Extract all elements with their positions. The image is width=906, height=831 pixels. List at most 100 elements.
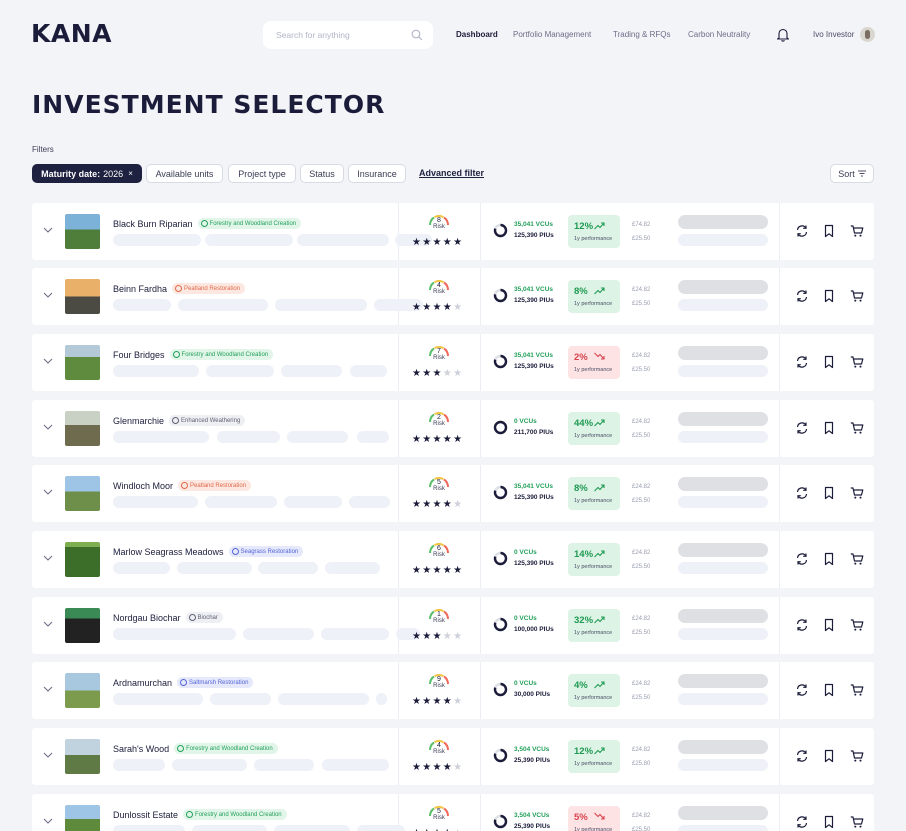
project-type-tag: Biochar [185, 612, 223, 623]
star-icon: ★ [453, 565, 464, 576]
placeholder-bar [678, 496, 768, 508]
search-icon[interactable] [411, 29, 423, 41]
chevron-down-icon[interactable] [43, 685, 53, 693]
placeholder-bar [678, 477, 768, 491]
project-row[interactable]: Nordgau Biochar Biochar 1 Risk ★★★★★ 0 V… [32, 597, 874, 654]
cart-icon[interactable] [850, 355, 864, 369]
project-name[interactable]: Ardnamurchan [113, 678, 172, 688]
refresh-icon[interactable] [795, 618, 809, 632]
performance-value: 12% [574, 746, 594, 757]
project-name[interactable]: Sarah's Wood [113, 744, 169, 754]
search-bar[interactable]: Search for anything [263, 21, 433, 49]
close-icon[interactable]: × [128, 169, 133, 178]
nav-carbon-neutrality[interactable]: Carbon Neutrality [688, 30, 750, 39]
maturity-filter-key: Maturity date: [41, 168, 101, 179]
project-name[interactable]: Four Bridges [113, 350, 165, 360]
refresh-icon[interactable] [795, 552, 809, 566]
kana-logo[interactable]: KANA [31, 19, 112, 48]
cart-icon[interactable] [850, 815, 864, 829]
search-input[interactable]: Search for anything [276, 30, 411, 40]
user-name[interactable]: Ivo Investor [813, 30, 854, 39]
cart-icon[interactable] [850, 618, 864, 632]
refresh-icon[interactable] [795, 421, 809, 435]
chevron-down-icon[interactable] [43, 488, 53, 496]
chevron-down-icon[interactable] [43, 423, 53, 431]
cart-icon[interactable] [850, 552, 864, 566]
chevron-down-icon[interactable] [43, 817, 53, 825]
bell-icon[interactable] [776, 27, 790, 42]
filter-available-units[interactable]: Available units [146, 164, 223, 183]
sort-button[interactable]: Sort [830, 164, 874, 183]
bookmark-icon[interactable] [822, 486, 836, 500]
performance-badge: 8% 1y performance [568, 477, 620, 510]
project-name[interactable]: Black Burn Riparian [113, 219, 193, 229]
bookmark-icon[interactable] [822, 224, 836, 238]
project-name[interactable]: Dunlossit Estate [113, 810, 178, 820]
project-type-label: Biochar [197, 614, 218, 621]
project-thumbnail [65, 214, 100, 249]
project-row[interactable]: Windloch Moor Peatland Restoration 5 Ris… [32, 465, 874, 522]
trend-up-icon [594, 484, 605, 492]
price-secondary: £25.50 [632, 236, 651, 242]
filter-status[interactable]: Status [300, 164, 344, 183]
refresh-icon[interactable] [795, 683, 809, 697]
bookmark-icon[interactable] [822, 355, 836, 369]
project-thumbnail [65, 542, 100, 577]
chevron-down-icon[interactable] [43, 620, 53, 628]
bookmark-icon[interactable] [822, 815, 836, 829]
refresh-icon[interactable] [795, 224, 809, 238]
filter-project-type[interactable]: Project type [228, 164, 296, 183]
advanced-filter-link[interactable]: Advanced filter [419, 168, 484, 178]
risk-score: 2 [437, 414, 441, 421]
nav-trading-rfqs[interactable]: Trading & RFQs [613, 30, 671, 39]
bookmark-icon[interactable] [822, 421, 836, 435]
placeholder-pill [349, 496, 390, 508]
project-row[interactable]: Glenmarchie Enhanced Weathering 2 Risk ★… [32, 400, 874, 457]
refresh-icon[interactable] [795, 749, 809, 763]
project-row[interactable]: Four Bridges Forestry and Woodland Creat… [32, 334, 874, 391]
project-row[interactable]: Beinn Fardha Peatland Restoration 4 Risk… [32, 268, 874, 325]
maturity-date-filter-chip[interactable]: Maturity date: 2026 × [32, 164, 142, 183]
project-type-icon [188, 614, 196, 621]
cart-icon[interactable] [850, 289, 864, 303]
project-name[interactable]: Windloch Moor [113, 481, 173, 491]
refresh-icon[interactable] [795, 815, 809, 829]
rating-stars: ★★★★★ [412, 762, 463, 773]
avatar[interactable] [860, 27, 875, 42]
chevron-down-icon[interactable] [43, 554, 53, 562]
cart-icon[interactable] [850, 683, 864, 697]
chevron-down-icon[interactable] [43, 226, 53, 234]
cart-icon[interactable] [850, 486, 864, 500]
cart-icon[interactable] [850, 421, 864, 435]
bookmark-icon[interactable] [822, 552, 836, 566]
refresh-icon[interactable] [795, 486, 809, 500]
project-row[interactable]: Marlow Seagrass Meadows Seagrass Restora… [32, 531, 874, 588]
refresh-icon[interactable] [795, 289, 809, 303]
performance-badge: 32% 1y performance [568, 609, 620, 642]
project-name[interactable]: Marlow Seagrass Meadows [113, 547, 224, 557]
project-name[interactable]: Nordgau Biochar [113, 613, 181, 623]
bookmark-icon[interactable] [822, 289, 836, 303]
star-icon: ★ [422, 696, 433, 707]
project-row[interactable]: Dunlossit Estate Forestry and Woodland C… [32, 794, 874, 831]
project-type-icon [180, 679, 188, 686]
refresh-icon[interactable] [795, 355, 809, 369]
cart-icon[interactable] [850, 749, 864, 763]
project-type-icon [231, 548, 239, 555]
bookmark-icon[interactable] [822, 683, 836, 697]
chevron-down-icon[interactable] [43, 751, 53, 759]
chevron-down-icon[interactable] [43, 357, 53, 365]
project-name[interactable]: Glenmarchie [113, 416, 164, 426]
project-row[interactable]: Black Burn Riparian Forestry and Woodlan… [32, 203, 874, 260]
project-row[interactable]: Sarah's Wood Forestry and Woodland Creat… [32, 728, 874, 785]
bookmark-icon[interactable] [822, 618, 836, 632]
filter-insurance[interactable]: Insurance [348, 164, 406, 183]
nav-dashboard[interactable]: Dashboard [456, 30, 498, 39]
project-name[interactable]: Beinn Fardha [113, 284, 167, 294]
risk-score: 7 [437, 348, 441, 355]
bookmark-icon[interactable] [822, 749, 836, 763]
nav-portfolio-management[interactable]: Portfolio Management [513, 30, 591, 39]
project-row[interactable]: Ardnamurchan Saltmarsh Restoration 9 Ris… [32, 662, 874, 719]
cart-icon[interactable] [850, 224, 864, 238]
chevron-down-icon[interactable] [43, 291, 53, 299]
